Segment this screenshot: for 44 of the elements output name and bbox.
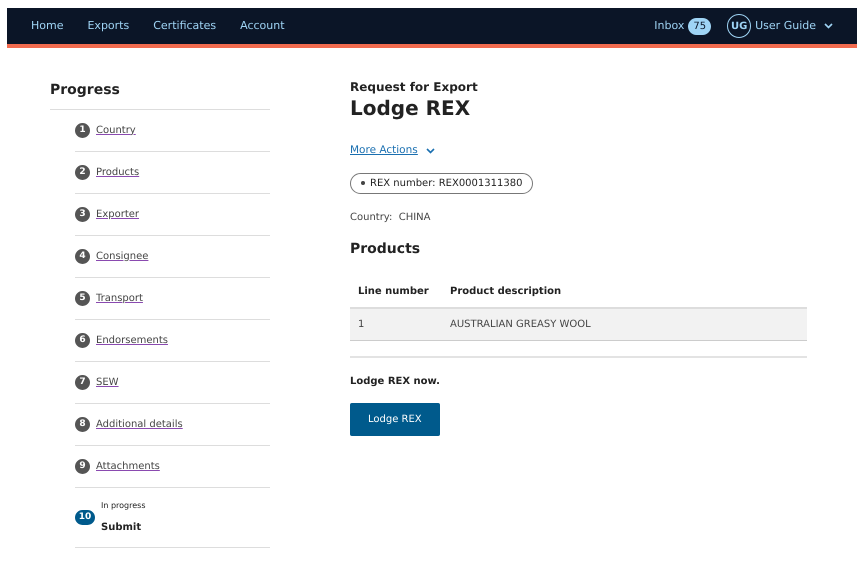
step-link[interactable]: Country (96, 122, 136, 138)
inbox-link[interactable]: Inbox 75 (654, 18, 712, 34)
status-dot (361, 181, 365, 186)
step-link[interactable]: Consignee (96, 248, 148, 264)
nav-link[interactable]: Home (31, 18, 64, 34)
step-link[interactable]: Products (96, 164, 140, 180)
step-number: 2 (75, 164, 90, 180)
page-title: Lodge REX (350, 96, 472, 120)
step-link[interactable]: Endorsements (96, 332, 168, 348)
nav-link[interactable]: Exports (87, 18, 130, 34)
step-status: In progress (101, 500, 146, 512)
products-title: Products (350, 240, 422, 258)
step-number: 3 (75, 206, 90, 222)
page-subtitle: Request for Export (350, 79, 479, 96)
inbox-label: Inbox (654, 18, 684, 34)
user-avatar: UG (727, 14, 752, 38)
progress-title: Progress (50, 78, 270, 110)
step-number: 8 (75, 416, 90, 432)
step-number: 10 (75, 510, 95, 525)
caret-icon (824, 23, 833, 29)
country-text: Country: CHINA (350, 210, 432, 225)
step-label: Submit (101, 520, 142, 535)
caret-icon (426, 148, 435, 154)
step-link[interactable]: Additional details (96, 416, 183, 432)
step-number: 6 (75, 332, 90, 348)
step-number: 4 (75, 248, 90, 264)
step-link[interactable]: Transport (96, 290, 143, 306)
rex-number-tag: REX number: REX0001311380 (350, 172, 534, 194)
table-cell: AUSTRALIAN GREASY WOOL (442, 308, 807, 340)
step-number: 1 (75, 122, 90, 138)
inbox-count: 75 (688, 18, 712, 34)
step-link[interactable]: Attachments (96, 458, 160, 474)
step-number: 5 (75, 290, 90, 306)
table-cell: 1 (350, 308, 442, 340)
step-link[interactable]: Exporter (96, 206, 139, 222)
step-number: 7 (75, 374, 90, 390)
nav-link[interactable]: Account (240, 18, 285, 34)
more-actions-link[interactable]: More Actions (350, 143, 435, 159)
step-link[interactable]: SEW (96, 374, 119, 390)
lodge-button[interactable]: Lodge REX (350, 402, 440, 436)
lodge-prompt: Lodge REX now. (350, 374, 441, 389)
step-number: 9 (75, 458, 90, 474)
user-menu[interactable]: User Guide (755, 18, 833, 34)
nav-link[interactable]: Certificates (153, 18, 216, 34)
